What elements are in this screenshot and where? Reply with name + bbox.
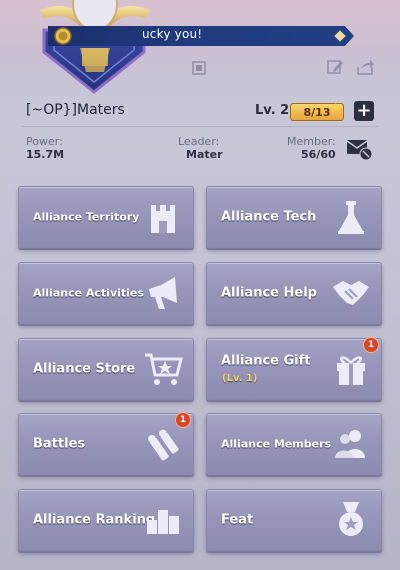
cart-icon — [145, 353, 183, 385]
alliance-territory-button[interactable]: Alliance Territory — [18, 186, 194, 248]
message-banner[interactable]: ucky you! — [48, 26, 354, 46]
feat-button[interactable]: Feat — [206, 489, 382, 551]
button-label: Alliance Help — [221, 285, 317, 301]
flag-icon[interactable] — [191, 60, 207, 76]
level-progress-text: 8/13 — [303, 105, 331, 119]
star-icon: ★ — [330, 101, 342, 116]
edit-icon[interactable] — [326, 58, 344, 76]
power-label: Power: — [26, 135, 63, 148]
banner-gem-icon — [334, 30, 346, 42]
button-label: Alliance Activities — [33, 286, 144, 300]
banner-text: ucky you! — [142, 27, 203, 41]
button-label: Alliance Members — [221, 437, 332, 451]
podium-icon — [147, 510, 179, 534]
alliance-store-button[interactable]: Alliance Store — [18, 338, 194, 400]
alliance-tech-button[interactable]: Alliance Tech — [206, 186, 382, 248]
alliance-name: [~OP}]Maters — [26, 102, 125, 118]
alliance-emblem-icon — [40, 0, 150, 94]
alliance-level: Lv. 2 — [255, 103, 290, 118]
share-icon[interactable] — [356, 58, 374, 76]
button-label: Battles — [33, 436, 86, 452]
notification-badge: 1 — [363, 337, 379, 353]
leader-label: Leader: — [178, 135, 220, 148]
alliance-gift-button[interactable]: Alliance Gift (Lv. 1) 1 — [206, 337, 382, 400]
button-label: Alliance Territory — [33, 210, 140, 224]
power-value: 15.7M — [26, 148, 65, 161]
level-up-button[interactable]: + — [354, 101, 374, 121]
members-icon — [335, 430, 365, 458]
handshake-icon — [333, 281, 369, 305]
bullets-icon — [148, 429, 179, 461]
medal-icon — [339, 502, 363, 536]
alliance-help-button[interactable]: Alliance Help — [206, 262, 382, 324]
battles-button[interactable]: Battles 1 — [18, 412, 194, 475]
castle-icon — [151, 205, 175, 233]
gift-level-label: (Lv. 1) — [222, 373, 258, 384]
button-label: Alliance Gift — [221, 353, 311, 369]
alliance-ranking-button[interactable]: Alliance Ranking — [18, 489, 194, 551]
button-label: Alliance Tech — [221, 209, 317, 225]
member-value: 56/60 — [301, 148, 336, 161]
member-label: Member: — [287, 135, 336, 148]
button-label: Alliance Store — [33, 361, 136, 377]
mail-settings-icon[interactable] — [346, 138, 374, 162]
alliance-activities-button[interactable]: Alliance Activities — [18, 262, 194, 324]
gift-icon — [337, 356, 365, 385]
button-label: Feat — [221, 512, 254, 528]
flask-icon — [338, 201, 364, 234]
megaphone-icon — [149, 277, 177, 309]
notification-badge: 1 — [175, 412, 191, 428]
gold-coin-icon — [54, 27, 72, 45]
leader-value: Mater — [186, 148, 223, 161]
divider — [22, 126, 378, 127]
button-label: Alliance Ranking — [33, 512, 156, 528]
alliance-members-button[interactable]: Alliance Members — [206, 413, 382, 475]
